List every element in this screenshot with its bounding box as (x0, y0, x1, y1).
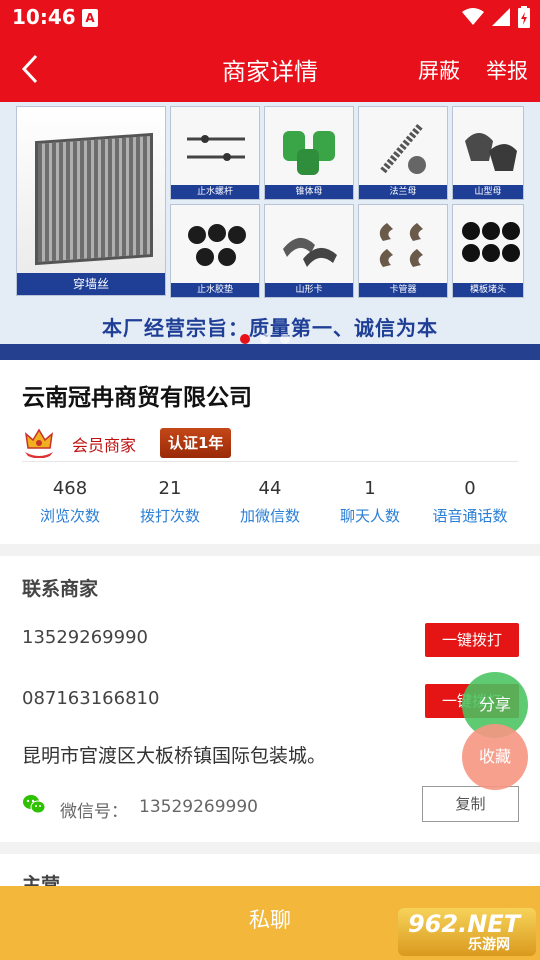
carousel-dot-active (240, 334, 250, 344)
divider (22, 461, 518, 462)
carousel-dot (260, 334, 270, 344)
banner-tile-caption: 止水螺杆 (171, 185, 259, 199)
stat-value: 44 (258, 478, 282, 499)
contact-section: 联系商家 13529269990 一键拨打 087163166810 一键拨打 … (0, 556, 540, 842)
stat-chat-users: 1 聊天人数 (320, 478, 420, 526)
banner-tile-caption: 锥体母 (265, 185, 353, 199)
wechat-id: 13529269990 (139, 797, 258, 817)
stat-value: 1 (364, 478, 376, 499)
member-label: 会员商家 (72, 436, 137, 455)
company-name: 云南冠冉商贸有限公司 (22, 385, 252, 411)
banner-tile: 模板堵头 (452, 204, 524, 298)
product-image (462, 222, 520, 262)
wechat-icon (23, 795, 46, 814)
carousel-dot (280, 334, 290, 344)
banner-tile-main: 穿墙丝 (16, 106, 166, 296)
stat-value: 21 (158, 478, 182, 499)
banner-tile-caption: 模板堵头 (453, 283, 523, 297)
product-image (35, 132, 153, 266)
product-image (379, 223, 423, 267)
wechat-label: 微信号： (60, 802, 128, 822)
section-title: 联系商家 (22, 578, 99, 600)
banner-tile-caption: 山形卡 (265, 283, 353, 297)
banner-tile-caption: 穿墙丝 (17, 273, 165, 295)
banner-bottom-band (0, 344, 540, 360)
phone-number: 13529269990 (22, 627, 148, 648)
banner-tile-caption: 卡管器 (359, 283, 447, 297)
stat-views: 468 浏览次数 (20, 478, 120, 526)
stat-voice-calls: 0 语音通话数 (420, 478, 520, 526)
favorite-button[interactable]: 收藏 (462, 724, 528, 790)
certification-badge: 认证1年 (160, 428, 232, 458)
product-image (188, 224, 246, 266)
carousel-indicator (240, 334, 290, 344)
report-button[interactable]: 举报 (486, 55, 528, 85)
watermark-logo: 962.NET 乐游网 (398, 908, 536, 956)
address: 昆明市官渡区大板桥镇国际包装城。 (22, 745, 327, 767)
copy-button[interactable]: 复制 (422, 786, 519, 822)
nav-bar: 商家详情 屏蔽 举报 (0, 36, 540, 102)
stat-value: 0 (464, 478, 476, 499)
banner-tile: 锥体母 (264, 106, 354, 200)
stat-label: 加微信数 (239, 507, 300, 525)
banner-tile-caption: 法兰母 (359, 185, 447, 199)
banner-tile-caption: 止水胶垫 (171, 283, 259, 297)
company-card: 云南冠冉商贸有限公司 会员商家 认证1年 468 浏览次数 21 拨打次数 44… (0, 360, 540, 544)
stat-label: 聊天人数 (339, 507, 400, 525)
banner-tile: 止水胶垫 (170, 204, 260, 298)
banner-tile: 山形卡 (264, 204, 354, 298)
product-image (187, 135, 245, 161)
status-time: 10:46 (12, 5, 76, 29)
system-icons (462, 6, 530, 28)
watermark-sub: 乐游网 (468, 937, 510, 953)
product-image (380, 122, 426, 174)
notification-icon: A (82, 9, 98, 27)
product-image (283, 237, 337, 267)
product-image (283, 131, 335, 175)
stat-label: 语音通话数 (432, 507, 508, 525)
banner-tile: 止水螺杆 (170, 106, 260, 200)
phone-number: 087163166810 (22, 688, 160, 709)
banner-tile: 卡管器 (358, 204, 448, 298)
stat-label: 拨打次数 (139, 507, 200, 525)
back-arrow-icon[interactable] (14, 50, 50, 88)
one-tap-call-button[interactable]: 一键拨打 (425, 623, 519, 657)
wifi-icon (462, 8, 484, 25)
block-button[interactable]: 屏蔽 (418, 55, 460, 85)
banner-image: 穿墙丝 止水螺杆 锥体母 法兰母 山型母 止水胶垫 山形卡 卡管器 模板堵头 (16, 106, 524, 302)
member-crown-icon (24, 428, 54, 458)
stat-label: 浏览次数 (39, 507, 100, 525)
battery-icon (518, 6, 530, 28)
product-image (465, 133, 517, 171)
banner-tile-caption: 山型母 (453, 185, 523, 199)
banner-tile: 山型母 (452, 106, 524, 200)
stat-wechat-adds: 44 加微信数 (220, 478, 320, 526)
stats-row: 468 浏览次数 21 拨打次数 44 加微信数 1 聊天人数 0 语音通话数 (20, 478, 520, 526)
stat-value: 468 (52, 478, 88, 499)
stat-calls: 21 拨打次数 (120, 478, 220, 526)
signal-icon (492, 8, 510, 26)
banner-tile: 法兰母 (358, 106, 448, 200)
banner-carousel[interactable]: 穿墙丝 止水螺杆 锥体母 法兰母 山型母 止水胶垫 山形卡 卡管器 模板堵头 本… (0, 102, 540, 360)
status-bar: 10:46 A (0, 0, 540, 36)
